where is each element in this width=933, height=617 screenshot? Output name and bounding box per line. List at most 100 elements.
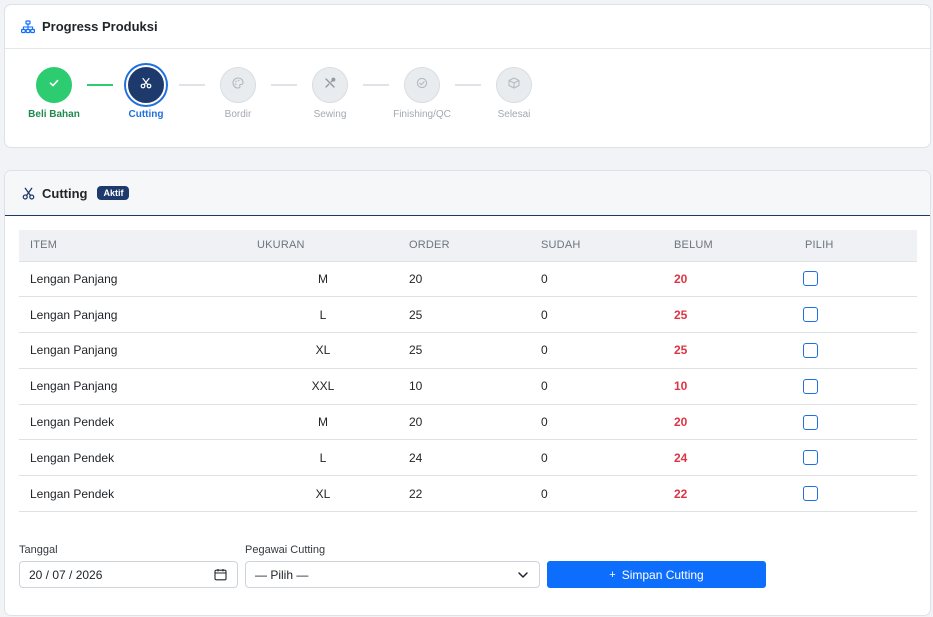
scissors-icon	[140, 76, 152, 94]
pegawai-selected-value: — Pilih —	[255, 567, 309, 582]
plus-icon: +	[609, 568, 616, 581]
table-row: Lengan Pendek XL 22 0 22	[19, 475, 917, 513]
cell-item: Lengan Panjang	[19, 332, 257, 369]
column-header-belum: BELUM	[674, 230, 805, 262]
calendar-icon[interactable]	[214, 568, 227, 581]
progress-stepper: Beli Bahan Cutting Bordir Sewing Finishi…	[5, 65, 930, 137]
palette-icon	[232, 76, 244, 94]
cell-ukuran: L	[257, 296, 409, 334]
cell-pilih	[803, 439, 917, 477]
step-circle	[312, 67, 348, 103]
save-cutting-label: Simpan Cutting	[621, 567, 704, 582]
step-label: Finishing/QC	[393, 109, 451, 120]
cell-sudah: 0	[541, 296, 674, 334]
cell-belum: 20	[674, 261, 805, 298]
column-header-ukuran: UKURAN	[257, 230, 409, 262]
sitemap-icon	[20, 19, 36, 35]
cell-order: 25	[409, 332, 541, 369]
chevron-down-icon	[517, 570, 529, 580]
table-row: Lengan Panjang XXL 10 0 10	[19, 368, 917, 405]
step-selesai: Selesai	[469, 67, 559, 120]
progress-title: Progress Produksi	[42, 19, 158, 34]
column-header-sudah: SUDAH	[541, 230, 674, 262]
cell-sudah: 0	[541, 475, 674, 513]
row-select-checkbox[interactable]	[803, 378, 818, 394]
cell-pilih	[803, 404, 917, 441]
cell-ukuran: M	[257, 404, 409, 441]
status-badge: Aktif	[97, 186, 130, 200]
cell-belum: 25	[674, 332, 805, 369]
cell-ukuran: M	[257, 261, 409, 298]
cell-item: Lengan Panjang	[19, 261, 257, 298]
cell-order: 24	[409, 439, 541, 477]
cell-order: 10	[409, 368, 541, 405]
step-circle	[404, 67, 440, 103]
cell-pilih	[803, 368, 917, 405]
progress-card: Progress Produksi Beli Bahan Cutting Bor…	[4, 4, 931, 148]
cutting-title: Cutting	[42, 185, 88, 201]
table-row: Lengan Panjang M 20 0 20	[19, 261, 917, 298]
row-select-checkbox[interactable]	[803, 414, 818, 430]
table-header-row: ITEM UKURAN ORDER SUDAH BELUM PILIH	[19, 230, 917, 262]
step-sewing: Sewing	[285, 67, 375, 120]
cell-sudah: 0	[541, 261, 674, 298]
cell-order: 20	[409, 404, 541, 441]
pegawai-label: Pegawai Cutting	[245, 544, 326, 556]
cell-sudah: 0	[541, 368, 674, 405]
cell-ukuran: XXL	[257, 368, 409, 405]
cell-pilih	[803, 332, 917, 369]
step-label: Cutting	[128, 109, 164, 120]
step-cutting: Cutting	[101, 65, 191, 120]
save-cutting-button[interactable]: + Simpan Cutting	[547, 561, 766, 588]
row-select-checkbox[interactable]	[803, 271, 818, 287]
progress-header: Progress Produksi	[5, 5, 930, 49]
cutting-table: ITEM UKURAN ORDER SUDAH BELUM PILIH Leng…	[19, 230, 917, 513]
cell-item: Lengan Panjang	[19, 296, 257, 334]
cell-item: Lengan Pendek	[19, 439, 257, 477]
step-circle	[36, 67, 72, 103]
scissors-icon	[20, 185, 36, 201]
cell-item: Lengan Pendek	[19, 404, 257, 441]
cell-ukuran: L	[257, 439, 409, 477]
step-label: Beli Bahan	[28, 109, 80, 120]
cell-belum: 24	[674, 439, 805, 477]
cell-item: Lengan Pendek	[19, 475, 257, 513]
table-row: Lengan Panjang XL 25 0 25	[19, 332, 917, 369]
step-circle	[220, 67, 256, 103]
table-row: Lengan Pendek L 24 0 24	[19, 439, 917, 477]
cutting-header: Cutting Aktif	[5, 171, 930, 216]
column-header-pilih: PILIH	[805, 230, 917, 262]
cell-ukuran: XL	[257, 332, 409, 369]
cell-sudah: 0	[541, 439, 674, 477]
check-circle-icon	[416, 76, 428, 94]
cell-sudah: 0	[541, 404, 674, 441]
cutting-card: Cutting Aktif ITEM UKURAN ORDER SUDAH BE…	[4, 170, 931, 616]
step-bordir: Bordir	[193, 67, 283, 120]
cell-belum: 20	[674, 404, 805, 441]
step-label: Sewing	[313, 109, 347, 120]
table-row: Lengan Pendek M 20 0 20	[19, 404, 917, 441]
pegawai-select[interactable]: — Pilih —	[245, 561, 540, 588]
cell-pilih	[803, 261, 917, 298]
tanggal-date-input[interactable]: 20 / 07 / 2026	[19, 561, 238, 588]
cell-order: 22	[409, 475, 541, 513]
step-label: Selesai	[497, 109, 531, 120]
cell-belum: 25	[674, 296, 805, 334]
check-icon	[48, 76, 60, 94]
cell-ukuran: XL	[257, 475, 409, 513]
cell-pilih	[803, 296, 917, 334]
cell-belum: 22	[674, 475, 805, 513]
row-select-checkbox[interactable]	[803, 486, 818, 502]
tools-icon	[324, 76, 336, 94]
tanggal-value: 20 / 07 / 2026	[29, 567, 103, 582]
cell-order: 20	[409, 261, 541, 298]
cell-pilih	[803, 475, 917, 513]
row-select-checkbox[interactable]	[803, 450, 818, 466]
column-header-order: ORDER	[409, 230, 541, 262]
cell-item: Lengan Panjang	[19, 368, 257, 405]
tanggal-label: Tanggal	[19, 544, 58, 556]
row-select-checkbox[interactable]	[803, 307, 818, 323]
cell-belum: 10	[674, 368, 805, 405]
step-beli-bahan: Beli Bahan	[9, 67, 99, 120]
row-select-checkbox[interactable]	[803, 342, 818, 358]
